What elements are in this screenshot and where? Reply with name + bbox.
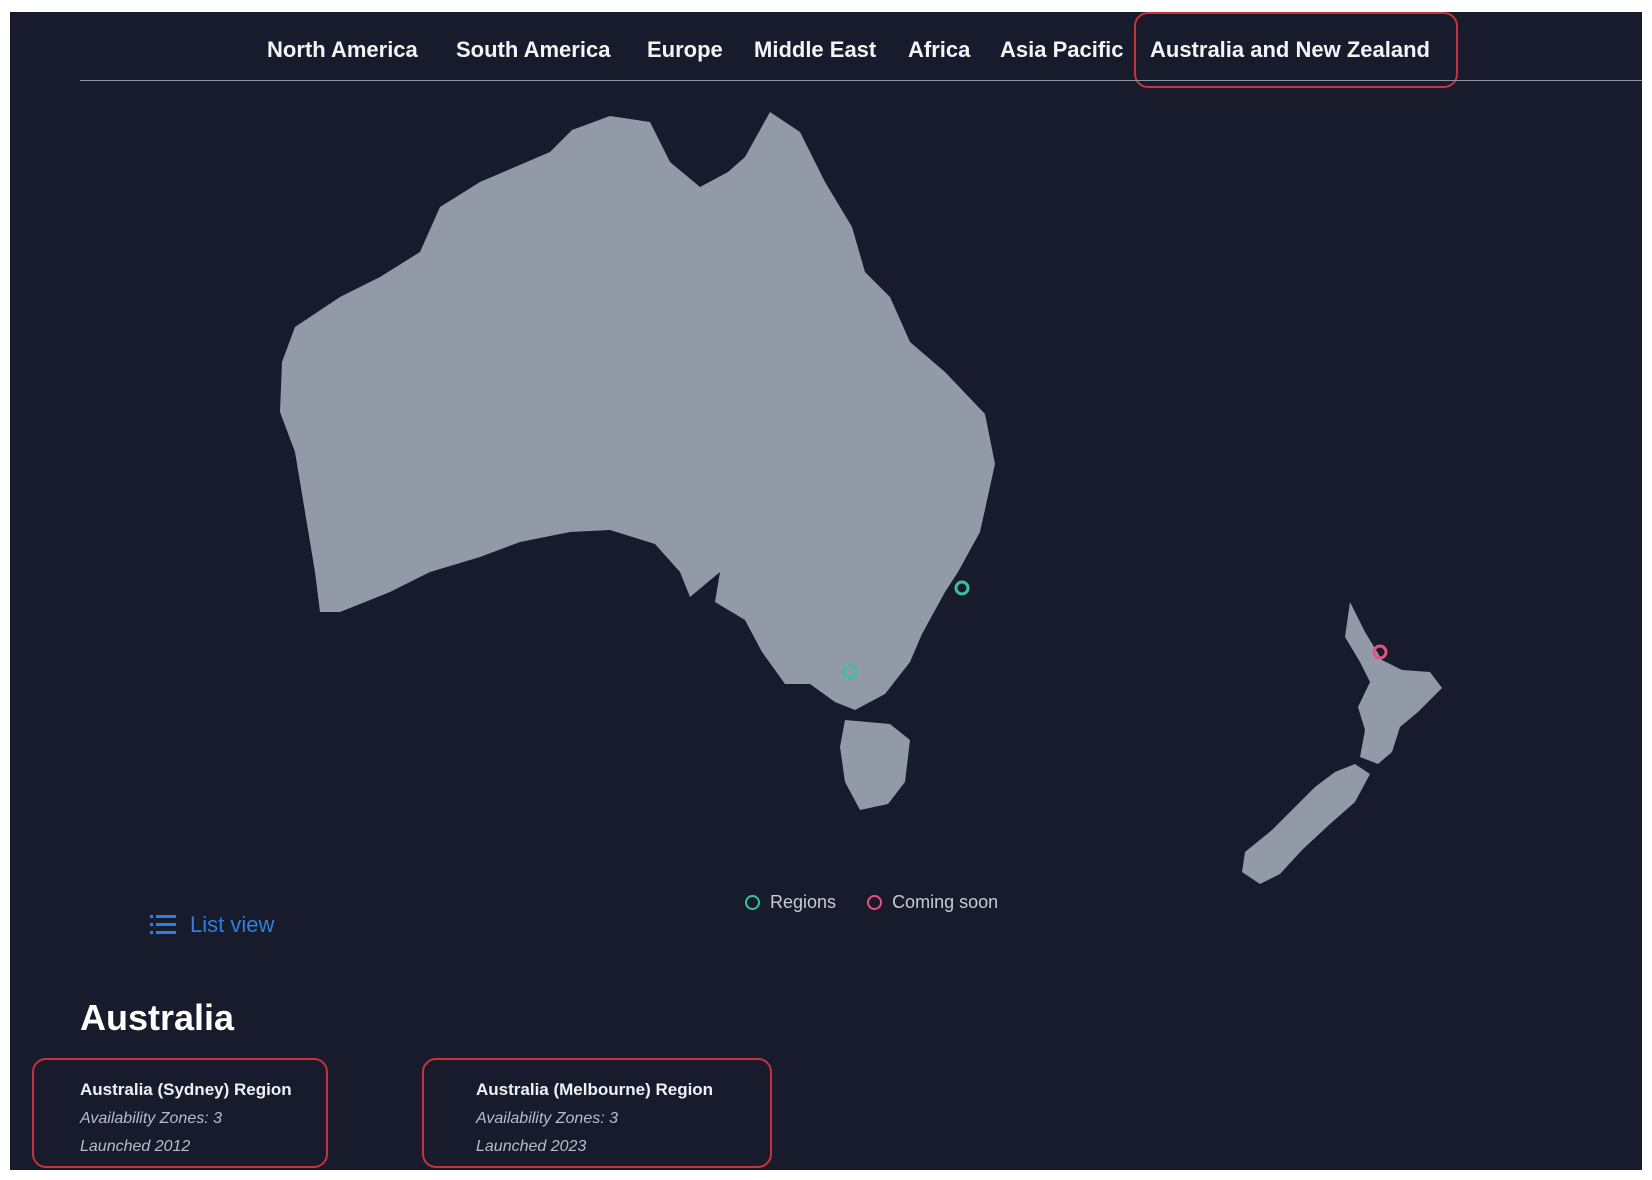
tab-south-america[interactable]: South America (456, 32, 610, 68)
country-heading: Australia (80, 997, 235, 1038)
tasmania-landmass (840, 720, 910, 810)
region-tabs: North America South America Europe Middl… (10, 12, 1642, 88)
tab-underline (80, 80, 1642, 81)
list-view-button[interactable]: List view (150, 910, 274, 940)
nz-north-island (1345, 602, 1442, 764)
region-dot-icon (745, 895, 760, 910)
list-view-label: List view (190, 912, 275, 937)
nz-south-island (1242, 764, 1370, 884)
map-legend: Regions Coming soon (745, 892, 1024, 916)
legend-coming-soon-label: Coming soon (892, 892, 999, 912)
tab-north-america[interactable]: North America (267, 32, 418, 68)
legend-regions-label: Regions (770, 892, 837, 912)
melbourne-card-highlight (422, 1058, 772, 1168)
tab-middle-east[interactable]: Middle East (754, 32, 876, 68)
legend-coming-soon: Coming soon (867, 892, 998, 913)
australia-landmass (280, 112, 995, 710)
tab-europe[interactable]: Europe (647, 32, 723, 68)
selected-tab-highlight (1134, 12, 1458, 88)
sydney-region-marker[interactable] (954, 580, 970, 596)
tab-asia-pacific[interactable]: Asia Pacific (1000, 32, 1124, 68)
sydney-card-highlight (32, 1058, 328, 1168)
tab-africa[interactable]: Africa (908, 32, 970, 68)
legend-regions: Regions (745, 892, 836, 913)
list-icon (150, 915, 176, 934)
map-page: North America South America Europe Middl… (10, 12, 1642, 1170)
coming-soon-dot-icon (867, 895, 883, 910)
australia-nz-map (280, 112, 1442, 884)
